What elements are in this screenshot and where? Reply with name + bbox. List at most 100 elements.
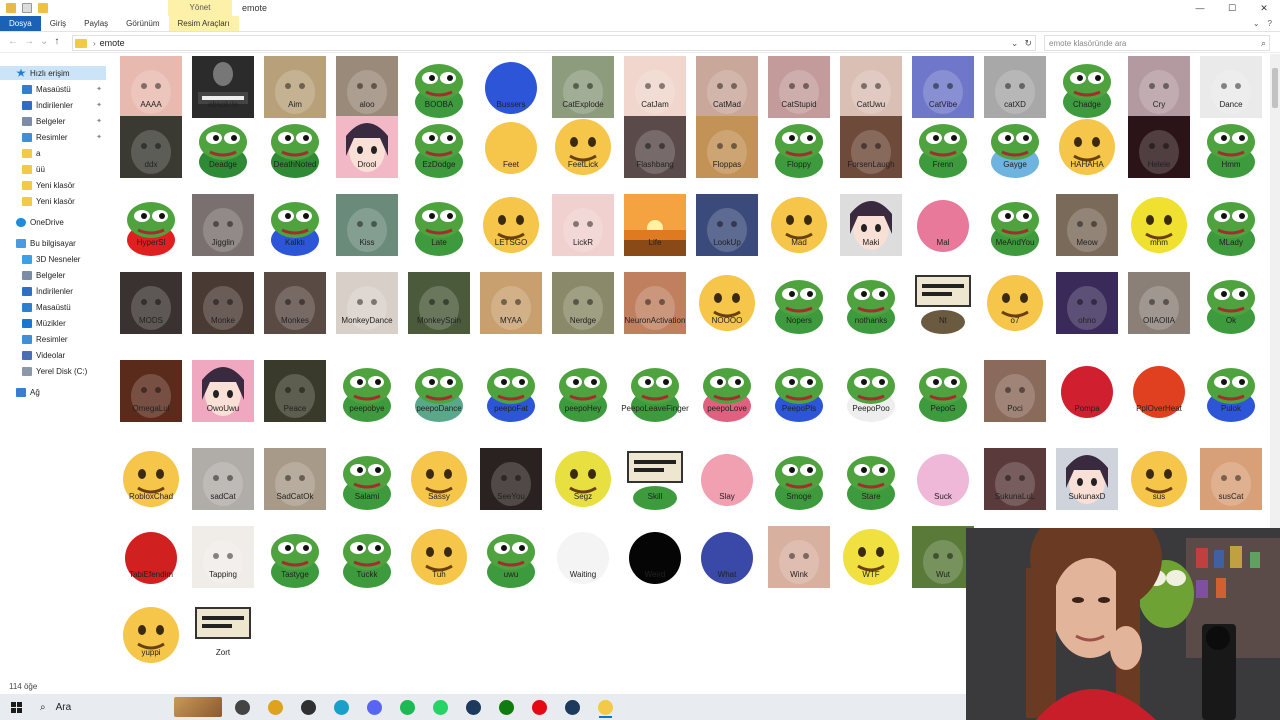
file-name: Drool (357, 160, 377, 169)
file-name: Monke (210, 316, 235, 325)
file-name: ddx (144, 160, 158, 169)
webcam-overlay (966, 528, 1280, 720)
file-name: HAHAHA (1070, 160, 1104, 169)
taskbar-search[interactable]: ⌕ Ara (32, 696, 222, 718)
taskbar-app[interactable] (556, 694, 589, 720)
up-arrow-icon[interactable]: ↑ (54, 36, 59, 47)
sidebar-item[interactable]: a (0, 146, 106, 160)
file-name: Dance (1219, 100, 1243, 109)
close-button[interactable]: ✕ (1248, 0, 1280, 16)
address-box[interactable]: › emote ⌄ ↻ (72, 35, 1036, 51)
cube-icon (22, 254, 32, 264)
ribbon-tab[interactable]: Dosya (0, 16, 41, 31)
sidebar-item[interactable]: OneDrive (0, 215, 106, 229)
search-icon[interactable]: ⌕ (1261, 38, 1269, 49)
scrollbar-thumb[interactable] (1272, 68, 1278, 108)
sidebar-item[interactable]: 3D Nesneler (0, 252, 106, 266)
sidebar-item-label: Bu bilgisayar (30, 238, 76, 248)
file-name: NOOOO (711, 316, 743, 325)
file-name: Weird (644, 570, 666, 579)
search-icon: ⌕ (40, 701, 46, 713)
taskbar-app[interactable] (523, 694, 556, 720)
ribbon-tab[interactable]: Görünüm (117, 16, 168, 31)
sidebar-item[interactable]: Belgeler ✦ (0, 114, 106, 128)
sidebar-item[interactable]: Belgeler (0, 268, 106, 282)
taskbar-app[interactable] (391, 694, 424, 720)
sidebar-item[interactable]: Masaüstü ✦ (0, 82, 106, 96)
back-arrow-icon[interactable]: ← (8, 36, 18, 47)
sidebar-item[interactable]: Yeni klasör (0, 178, 106, 192)
windows-logo-icon (10, 701, 22, 713)
file-name: mhm (1150, 238, 1168, 247)
download-icon (22, 100, 32, 110)
start-button[interactable] (0, 694, 32, 720)
sidebar-item[interactable]: İndirilenler (0, 284, 106, 298)
address-bar: ← → ⌄ ↑ › emote ⌄ ↻ emote klasöründe ara… (0, 33, 1280, 53)
file-name: SukunaxD (1068, 492, 1106, 501)
pictures-icon (22, 132, 32, 142)
file-name: NeuronActivation (624, 316, 686, 325)
chevron-right-icon[interactable]: › (93, 39, 96, 48)
taskbar-app[interactable] (292, 694, 325, 720)
file-name: CatMad (712, 100, 741, 109)
sidebar-item[interactable]: Bu bilgisayar (0, 236, 106, 250)
file-name: Maki (862, 238, 880, 247)
sidebar-item[interactable]: Hızlı erişim (0, 66, 106, 80)
file-name: LookUp (713, 238, 741, 247)
search-input[interactable]: emote klasöründe ara ⌕ (1044, 35, 1270, 51)
forward-arrow-icon[interactable]: → (24, 36, 34, 47)
new-folder-icon[interactable] (38, 3, 48, 13)
folder-icon[interactable] (6, 3, 16, 13)
dropdown-icon[interactable]: ⌄ (1011, 38, 1019, 49)
sidebar-item[interactable]: üü (0, 162, 106, 176)
file-name: Life (648, 238, 662, 247)
ribbon-tab[interactable]: Giriş (41, 16, 75, 31)
chevron-down-icon[interactable]: ⌄ (1253, 19, 1260, 28)
sidebar-item[interactable]: Müzikler (0, 316, 106, 330)
cloud-icon (16, 217, 26, 227)
pin-icon: ✦ (96, 86, 102, 93)
taskbar-app[interactable] (424, 694, 457, 720)
network-icon (16, 387, 26, 397)
taskbar-app[interactable] (226, 694, 259, 720)
sidebar-item[interactable]: Videolar (0, 348, 106, 362)
taskbar-app[interactable] (457, 694, 490, 720)
sidebar-item[interactable]: İndirilenler ✦ (0, 98, 106, 112)
folder-icon (22, 148, 32, 158)
file-name: FeetLick (567, 160, 599, 169)
file-name: Sassy (428, 492, 450, 501)
sidebar-item[interactable]: Yerel Disk (C:) (0, 364, 106, 378)
file-name: Aim (288, 100, 302, 109)
discord-icon (367, 699, 382, 715)
file-name: uwu (503, 570, 519, 579)
maximize-button[interactable]: ☐ (1216, 0, 1248, 16)
file-name: susCat (1218, 492, 1244, 501)
ribbon-tab[interactable]: Paylaş (75, 16, 117, 31)
taskbar-app[interactable] (490, 694, 523, 720)
file-name: Kalktı (284, 238, 305, 247)
sidebar-item[interactable]: Resimler (0, 332, 106, 346)
manage-context-tab[interactable]: Yönet (168, 0, 232, 16)
help-icon[interactable]: ? (1268, 19, 1272, 28)
refresh-icon[interactable]: ↻ (1024, 38, 1032, 49)
minimize-button[interactable]: — (1184, 0, 1216, 16)
recent-locations-icon[interactable]: ⌄ (40, 36, 48, 47)
sidebar-item[interactable]: Masaüstü (0, 300, 106, 314)
file-name: SukunaLuL (994, 492, 1036, 501)
taskbar-app[interactable] (325, 694, 358, 720)
file-name: Segz (573, 492, 593, 501)
taskbar-app[interactable] (358, 694, 391, 720)
file-name: SeeYou (497, 492, 525, 501)
taskbar-app[interactable] (259, 694, 292, 720)
properties-icon[interactable] (22, 3, 32, 13)
address-path[interactable]: emote (100, 38, 125, 48)
ribbon-tab[interactable]: Resim Araçları (168, 16, 239, 31)
spotify-icon (400, 699, 415, 715)
disk-icon (22, 366, 32, 376)
sidebar-item[interactable]: Ağ (0, 385, 106, 399)
sidebar-item[interactable]: Resimler ✦ (0, 130, 106, 144)
sidebar-item[interactable]: Yeni klasör (0, 194, 106, 208)
taskbar-app[interactable] (589, 694, 622, 720)
file-name: MonkeyDance (341, 316, 393, 325)
netflix-icon (532, 699, 547, 715)
